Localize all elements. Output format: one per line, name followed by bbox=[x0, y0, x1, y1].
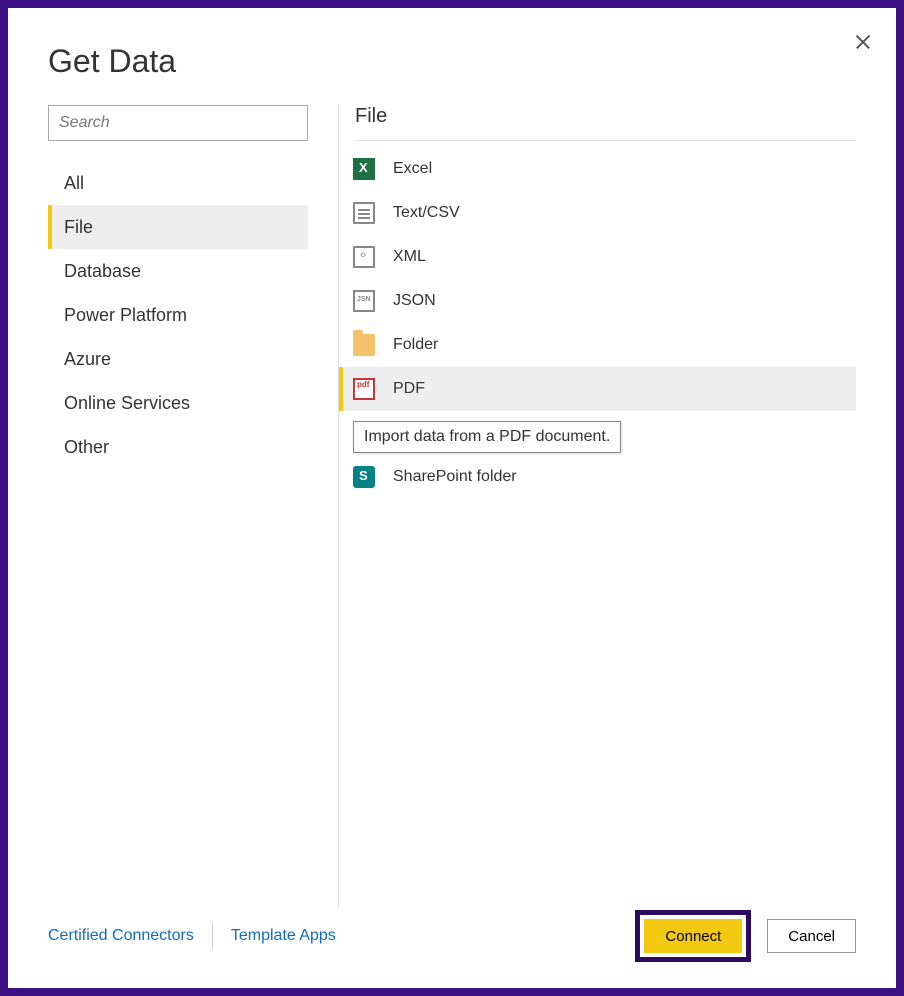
xml-icon bbox=[353, 246, 375, 268]
search-input[interactable] bbox=[48, 105, 308, 141]
source-folder[interactable]: Folder bbox=[339, 323, 856, 367]
left-pane: All File Database Power Platform Azure O… bbox=[48, 105, 308, 908]
source-label: Text/CSV bbox=[393, 204, 460, 222]
category-online-services[interactable]: Online Services bbox=[48, 381, 308, 425]
category-database[interactable]: Database bbox=[48, 249, 308, 293]
source-sharepoint-folder[interactable]: SharePoint folder bbox=[339, 455, 856, 499]
category-power-platform[interactable]: Power Platform bbox=[48, 293, 308, 337]
category-azure[interactable]: Azure bbox=[48, 337, 308, 381]
connect-highlight: Connect bbox=[635, 910, 751, 962]
cancel-button[interactable]: Cancel bbox=[767, 919, 856, 953]
link-template-apps[interactable]: Template Apps bbox=[231, 927, 336, 945]
category-file[interactable]: File bbox=[48, 205, 308, 249]
dialog-title: Get Data bbox=[8, 8, 896, 105]
pdf-icon bbox=[353, 378, 375, 400]
sharepoint-icon bbox=[353, 466, 375, 488]
close-icon[interactable] bbox=[854, 32, 872, 50]
folder-icon bbox=[353, 334, 375, 356]
textcsv-icon bbox=[353, 202, 375, 224]
dialog-footer: Certified Connectors Template Apps Conne… bbox=[8, 908, 896, 988]
json-icon bbox=[353, 290, 375, 312]
source-label: PDF bbox=[393, 380, 425, 398]
source-label: Excel bbox=[393, 160, 432, 178]
category-all[interactable]: All bbox=[48, 161, 308, 205]
source-excel[interactable]: Excel bbox=[339, 147, 856, 191]
source-label: JSON bbox=[393, 292, 436, 310]
excel-icon bbox=[353, 158, 375, 180]
category-other[interactable]: Other bbox=[48, 425, 308, 469]
category-list: All File Database Power Platform Azure O… bbox=[48, 161, 308, 469]
footer-links: Certified Connectors Template Apps bbox=[48, 924, 336, 948]
source-textcsv[interactable]: Text/CSV bbox=[339, 191, 856, 235]
get-data-dialog: Get Data All File Database Power Platfor… bbox=[8, 8, 896, 988]
right-pane: File Excel Text/CSV XML JSON bbox=[338, 105, 856, 908]
divider bbox=[212, 924, 213, 948]
connect-button[interactable]: Connect bbox=[644, 919, 742, 953]
source-list-header: File bbox=[355, 105, 856, 141]
source-label: SharePoint folder bbox=[393, 468, 517, 486]
dialog-body: All File Database Power Platform Azure O… bbox=[8, 105, 896, 908]
source-pdf[interactable]: PDF bbox=[339, 367, 856, 411]
source-label: XML bbox=[393, 248, 426, 266]
tooltip: Import data from a PDF document. bbox=[353, 421, 621, 453]
source-label: Folder bbox=[393, 336, 438, 354]
source-xml[interactable]: XML bbox=[339, 235, 856, 279]
link-certified-connectors[interactable]: Certified Connectors bbox=[48, 927, 194, 945]
source-json[interactable]: JSON bbox=[339, 279, 856, 323]
